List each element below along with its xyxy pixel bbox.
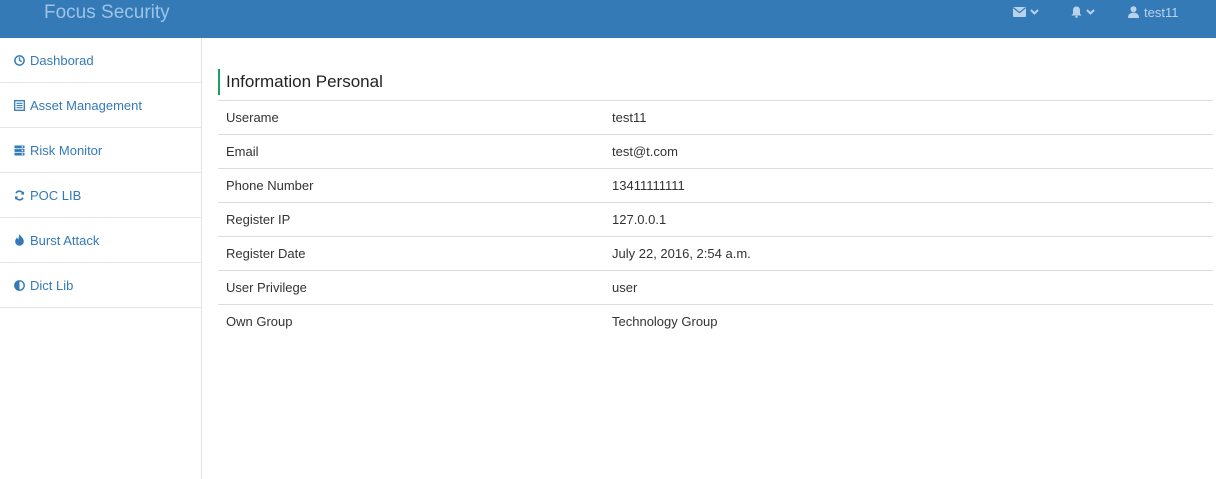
field-value: user (612, 280, 638, 295)
adjust-icon (13, 279, 25, 291)
table-row: Phone Number 13411111111 (218, 168, 1213, 203)
sidebar-item-risk-monitor[interactable]: Risk Monitor (0, 128, 201, 173)
sidebar-item-label: Asset Management (30, 97, 143, 113)
sidebar-item-label: Dict Lib (30, 277, 74, 293)
table-row: Register Date July 22, 2016, 2:54 a.m. (218, 236, 1213, 271)
user-icon (1128, 6, 1139, 18)
field-value: test@t.com (612, 144, 678, 159)
sidebar-item-poc-lib[interactable]: POC LIB (0, 173, 201, 218)
table-row: Register IP 127.0.0.1 (218, 202, 1213, 237)
sidebar-item-label: Dashborad (30, 52, 94, 68)
sidebar-item-burst-attack[interactable]: Burst Attack (0, 218, 201, 263)
table-row: Email test@t.com (218, 134, 1213, 169)
field-label: Phone Number (226, 178, 314, 193)
main-content: Information Personal Userame test11 Emai… (218, 38, 1213, 339)
field-label: Register IP (226, 212, 291, 227)
field-label: Email (226, 144, 259, 159)
list-icon (13, 99, 25, 111)
messages-dropdown[interactable] (1013, 4, 1039, 20)
table-row: Own Group Technology Group (218, 304, 1213, 339)
server-icon (13, 144, 25, 156)
bell-icon (1071, 6, 1082, 18)
field-value: 127.0.0.1 (612, 212, 667, 227)
chevron-down-icon (1086, 9, 1095, 15)
field-value: Technology Group (612, 314, 718, 330)
chevron-down-icon (1030, 9, 1039, 15)
field-value: test11 (612, 110, 647, 125)
dashboard-icon (13, 54, 25, 66)
sidebar-item-asset-management[interactable]: Asset Management (0, 83, 201, 128)
page-title: Information Personal (218, 69, 1213, 95)
sidebar-item-label: Burst Attack (30, 232, 100, 248)
fire-icon (13, 234, 25, 246)
sidebar-item-dashboard[interactable]: Dashborad (0, 38, 201, 83)
sidebar-item-label: POC LIB (30, 187, 82, 203)
sidebar: Dashborad Asset Management Risk Monitor (0, 38, 202, 479)
field-label: Userame (226, 110, 279, 125)
username-label: test11 (1144, 4, 1179, 20)
sidebar-item-dict-lib[interactable]: Dict Lib (0, 263, 201, 308)
sidebar-item-label: Risk Monitor (30, 142, 103, 158)
table-row: Userame test11 (218, 100, 1213, 135)
field-label: Own Group (226, 314, 293, 330)
field-value: July 22, 2016, 2:54 a.m. (612, 246, 751, 261)
envelope-icon (1013, 7, 1026, 17)
user-menu[interactable]: test11 (1128, 4, 1178, 20)
top-navbar: Focus Security test11 (0, 0, 1216, 38)
field-value: 13411111111 (612, 178, 685, 193)
refresh-icon (13, 189, 25, 201)
personal-info-table: Userame test11 Email test@t.com Phone Nu… (218, 100, 1213, 339)
table-row: User Privilege user (218, 270, 1213, 305)
brand-title[interactable]: Focus Security (44, 1, 170, 25)
field-label: User Privilege (226, 280, 307, 295)
notifications-dropdown[interactable] (1071, 4, 1095, 20)
field-label: Register Date (226, 246, 306, 261)
